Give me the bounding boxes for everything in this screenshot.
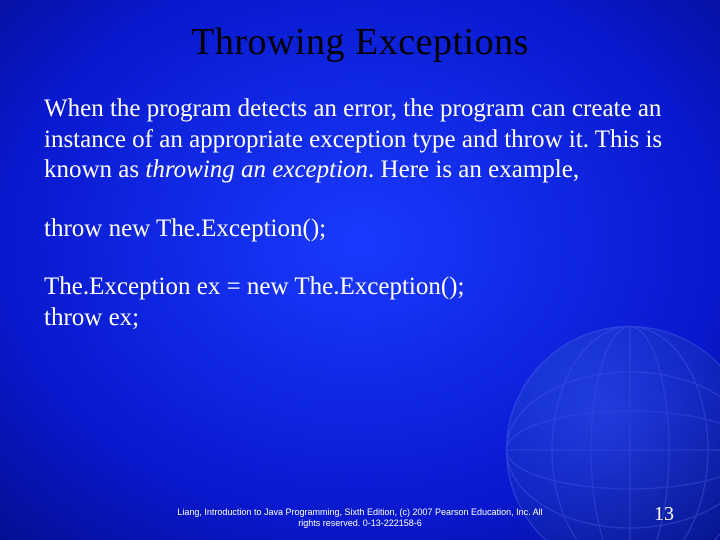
paragraph-intro: When the program detects an error, the p… [44, 94, 676, 186]
page-number: 13 [654, 503, 674, 526]
footer-line1: Liang, Introduction to Java Programming,… [177, 507, 542, 517]
code-line-a: The.Exception ex = new The.Exception(); [44, 273, 464, 300]
footer-line2: rights reserved. 0-13-222158-6 [298, 518, 422, 528]
slide-body: When the program detects an error, the p… [0, 64, 720, 333]
intro-emphasis: throwing an exception [145, 156, 368, 183]
intro-part2: . Here is an example, [368, 156, 579, 183]
code-example-1: throw new The.Exception(); [44, 214, 676, 245]
slide-title: Throwing Exceptions [0, 0, 720, 64]
code-line-b: throw ex; [44, 304, 139, 331]
code-example-2: The.Exception ex = new The.Exception(); … [44, 272, 676, 333]
footer-citation: Liang, Introduction to Java Programming,… [0, 507, 720, 530]
